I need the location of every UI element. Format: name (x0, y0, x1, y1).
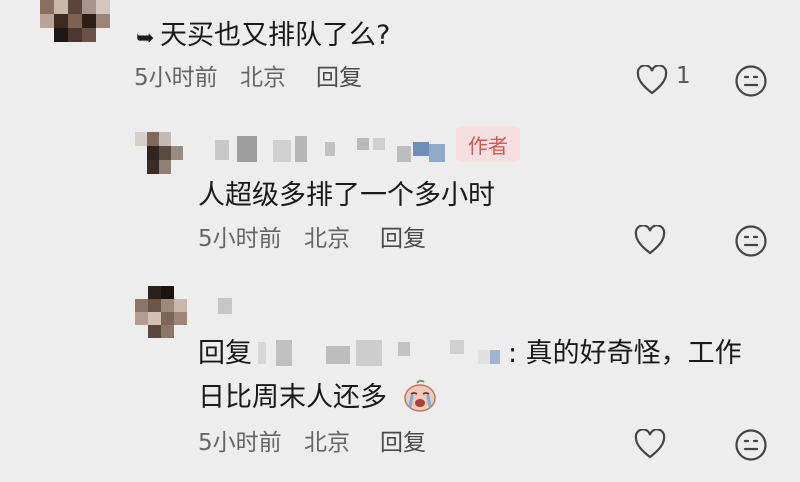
comment-text-line2: 日比周末人还多 (198, 382, 387, 413)
emoji-face-icon[interactable] (732, 62, 770, 100)
emoji-face-icon[interactable] (732, 222, 770, 260)
author-badge: 作者 (456, 126, 520, 162)
comment-time: 5小时前 (134, 65, 218, 91)
comment-3: 回复 : 真的好奇怪，工作 日比周末人还多 5小时前 北京 回复 (0, 270, 800, 482)
comment-location: 北京 (304, 226, 350, 252)
heart-icon[interactable] (634, 62, 670, 98)
emoji-face-icon[interactable] (732, 426, 770, 464)
reply-button[interactable]: 回复 (316, 67, 362, 90)
avatar[interactable] (135, 286, 187, 340)
comment-location: 北京 (304, 430, 350, 456)
comment-2: 作者 人超级多排了一个多小时 5小时前 北京 回复 (0, 100, 800, 270)
comment-text: : 真的好奇怪，工作 (508, 338, 742, 369)
like-count: 1 (676, 63, 691, 89)
reply-prefix: 回复 (198, 338, 252, 369)
avatar[interactable] (40, 0, 110, 42)
comment-time: 5小时前 (198, 226, 282, 252)
truncated-glyph: ➥ (136, 26, 155, 51)
comment-1: ➥ 天买也又排队了么? 5小时前 北京 回复 1 (0, 0, 800, 100)
reply-button[interactable]: 回复 (380, 432, 426, 455)
comment-text: 人超级多排了一个多小时 (198, 180, 495, 211)
reply-button[interactable]: 回复 (380, 228, 426, 251)
comment-location: 北京 (240, 65, 286, 91)
author-name[interactable] (215, 136, 455, 164)
comment-time: 5小时前 (198, 430, 282, 456)
avatar[interactable] (135, 132, 183, 174)
author-name[interactable] (218, 298, 234, 316)
replied-user-name[interactable] (258, 338, 506, 368)
comment-text: 天买也又排队了么? (160, 20, 391, 51)
heart-icon[interactable] (632, 222, 668, 258)
crying-face-emoji (402, 378, 438, 414)
heart-icon[interactable] (632, 426, 668, 462)
